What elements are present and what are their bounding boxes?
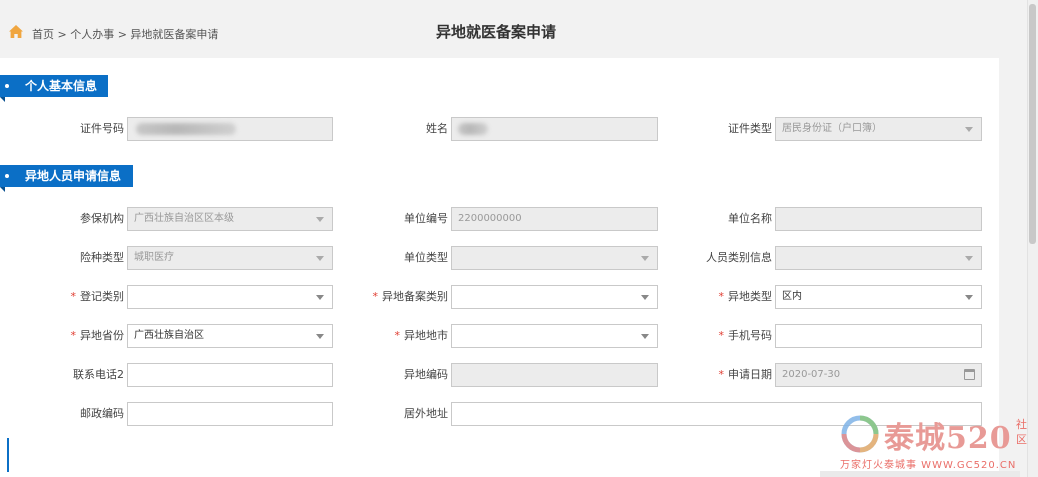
name-field[interactable] — [451, 117, 658, 141]
chevron-down-icon — [316, 256, 324, 261]
watermark-sub-text: 万家灯火泰城事 WWW.GC520.CN — [840, 460, 1017, 471]
remote-code-field[interactable] — [451, 363, 658, 387]
section-title: 异地人员申请信息 — [25, 169, 122, 183]
unit-name-label: 单位名称 — [728, 212, 772, 225]
label-text: 异地备案类别 — [382, 290, 448, 303]
section-title: 个人基本信息 — [25, 79, 98, 93]
postcode-label: 邮政编码 — [80, 407, 124, 420]
postcode-field[interactable] — [127, 402, 333, 426]
required-mark: * — [718, 329, 725, 342]
watermark-main-text: 泰城520 — [884, 421, 1012, 456]
section-header-basic-info: 个人基本信息 — [0, 75, 108, 102]
person-category-select[interactable] — [775, 246, 982, 270]
unit-code-value: 2200000000 — [458, 213, 522, 224]
remote-province-value: 广西壮族自治区 — [134, 330, 204, 341]
breadcrumb[interactable]: 首页 > 个人办事 > 异地就医备案申请 — [32, 26, 218, 42]
site-watermark: 泰城520 社区 万家灯火泰城事 WWW.GC520.CN — [838, 409, 1030, 473]
label-text: 异地地市 — [404, 329, 448, 342]
required-mark: * — [718, 368, 725, 381]
phone2-field[interactable] — [127, 363, 333, 387]
remote-province-label: * 异地省份 — [40, 325, 125, 347]
chevron-down-icon — [965, 127, 973, 132]
left-accent-bar — [7, 438, 9, 472]
label-text: 登记类别 — [80, 290, 124, 303]
page-title: 异地就医备案申请 — [436, 23, 557, 41]
label-text: 异地类型 — [728, 290, 772, 303]
id-number-label: 证件号码 — [80, 122, 124, 135]
remote-filing-category-select[interactable] — [451, 285, 658, 309]
redacted-value — [136, 123, 236, 135]
chevron-down-icon — [316, 334, 324, 339]
register-category-select[interactable] — [127, 285, 333, 309]
unit-name-field[interactable] — [775, 207, 982, 231]
overseas-address-label: 居外地址 — [404, 407, 448, 420]
remote-type-value: 区内 — [782, 291, 802, 302]
id-type-select[interactable]: 居民身份证（户口簿） — [775, 117, 982, 141]
label-text: 异地省份 — [80, 329, 124, 342]
chevron-down-icon — [641, 256, 649, 261]
id-type-value: 居民身份证（户口簿） — [782, 123, 882, 134]
phone2-label: 联系电话2 — [73, 368, 124, 381]
chevron-down-icon — [641, 295, 649, 300]
insurance-type-label: 险种类型 — [80, 251, 124, 264]
mobile-label: * 手机号码 — [680, 325, 773, 347]
remote-city-label: * 异地地市 — [360, 325, 449, 347]
remote-filing-category-label: * 异地备案类别 — [360, 286, 449, 308]
chevron-down-icon — [316, 295, 324, 300]
top-bar: 首页 > 个人办事 > 异地就医备案申请 异地就医备案申请 — [0, 0, 1038, 58]
register-category-label: * 登记类别 — [40, 286, 125, 308]
watermark-side-text: 社区 — [1016, 418, 1027, 446]
section-header-application-info: 异地人员申请信息 — [0, 165, 133, 192]
apply-date-field[interactable]: 2020-07-30 — [775, 363, 982, 387]
apply-date-value: 2020-07-30 — [782, 369, 841, 380]
unit-code-label: 单位编号 — [404, 212, 448, 225]
required-mark: * — [70, 290, 77, 303]
required-mark: * — [718, 290, 725, 303]
person-category-label: 人员类别信息 — [706, 251, 772, 264]
remote-province-select[interactable]: 广西壮族自治区 — [127, 324, 333, 348]
home-icon[interactable] — [8, 24, 24, 40]
insurance-type-select[interactable]: 城职医疗 — [127, 246, 333, 270]
label-text: 申请日期 — [728, 368, 772, 381]
chevron-down-icon — [316, 217, 324, 222]
remote-type-label: * 异地类型 — [680, 286, 773, 308]
insurance-type-value: 城职医疗 — [134, 252, 174, 263]
chevron-down-icon — [965, 256, 973, 261]
unit-type-label: 单位类型 — [404, 251, 448, 264]
label-text: 手机号码 — [728, 329, 772, 342]
unit-code-field[interactable]: 2200000000 — [451, 207, 658, 231]
chevron-down-icon — [965, 295, 973, 300]
id-number-field[interactable] — [127, 117, 333, 141]
required-mark: * — [372, 290, 379, 303]
mobile-field[interactable] — [775, 324, 982, 348]
name-label: 姓名 — [426, 122, 448, 135]
scrollbar-thumb[interactable] — [1029, 4, 1036, 244]
required-mark: * — [70, 329, 77, 342]
apply-date-label: * 申请日期 — [680, 364, 773, 386]
calendar-icon[interactable] — [964, 369, 975, 380]
id-type-label: 证件类型 — [728, 122, 772, 135]
insurance-agency-select[interactable]: 广西壮族自治区区本级 — [127, 207, 333, 231]
required-mark: * — [394, 329, 401, 342]
remote-type-select[interactable]: 区内 — [775, 285, 982, 309]
insurance-agency-value: 广西壮族自治区区本级 — [134, 213, 234, 224]
chevron-down-icon — [641, 334, 649, 339]
remote-code-label: 异地编码 — [404, 368, 448, 381]
insurance-agency-label: 参保机构 — [80, 212, 124, 225]
unit-type-select[interactable] — [451, 246, 658, 270]
redacted-value — [458, 123, 488, 135]
remote-city-select[interactable] — [451, 324, 658, 348]
watermark-logo-icon — [841, 415, 879, 453]
